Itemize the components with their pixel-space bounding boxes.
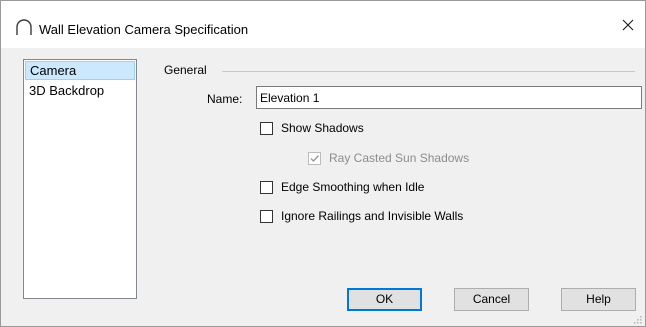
ignore-railings-label: Ignore Railings and Invisible Walls	[281, 209, 464, 223]
group-divider	[222, 71, 635, 72]
sidebar-item-camera[interactable]: Camera	[25, 61, 135, 80]
category-list[interactable]: Camera 3D Backdrop	[23, 59, 137, 299]
name-label: Name:	[207, 92, 243, 106]
general-group-label: General	[164, 63, 207, 77]
ray-casted-sun-shadows-label: Ray Casted Sun Shadows	[329, 151, 470, 165]
resize-grip-icon[interactable]	[632, 313, 642, 324]
show-shadows-label: Show Shadows	[281, 121, 364, 135]
ignore-railings-checkbox[interactable]	[260, 209, 273, 223]
title-bar[interactable]: Wall Elevation Camera Specification	[1, 1, 645, 48]
checkmark-icon	[310, 154, 320, 162]
ok-button[interactable]: OK	[347, 288, 422, 311]
edge-smoothing-checkbox[interactable]	[260, 180, 273, 194]
ray-casted-sun-shadows-checkbox[interactable]	[308, 151, 321, 165]
dialog-window: Wall Elevation Camera Specification Came…	[0, 0, 646, 327]
ray-casted-sun-shadows-option[interactable]: Ray Casted Sun Shadows	[308, 151, 469, 165]
edge-smoothing-option[interactable]: Edge Smoothing when Idle	[260, 180, 424, 194]
name-input[interactable]	[256, 86, 642, 109]
close-icon	[622, 19, 634, 31]
window-title: Wall Elevation Camera Specification	[39, 22, 249, 37]
arch-icon	[15, 18, 33, 36]
close-button[interactable]	[611, 1, 645, 48]
ignore-railings-option[interactable]: Ignore Railings and Invisible Walls	[260, 209, 463, 223]
sidebar-item-label: 3D Backdrop	[29, 83, 105, 98]
sidebar-item-3d-backdrop[interactable]: 3D Backdrop	[25, 81, 135, 100]
cancel-button[interactable]: Cancel	[454, 288, 529, 311]
help-button[interactable]: Help	[561, 288, 636, 311]
show-shadows-option[interactable]: Show Shadows	[260, 121, 364, 135]
edge-smoothing-label: Edge Smoothing when Idle	[281, 180, 425, 194]
sidebar-item-label: Camera	[30, 63, 77, 78]
show-shadows-checkbox[interactable]	[260, 121, 273, 135]
